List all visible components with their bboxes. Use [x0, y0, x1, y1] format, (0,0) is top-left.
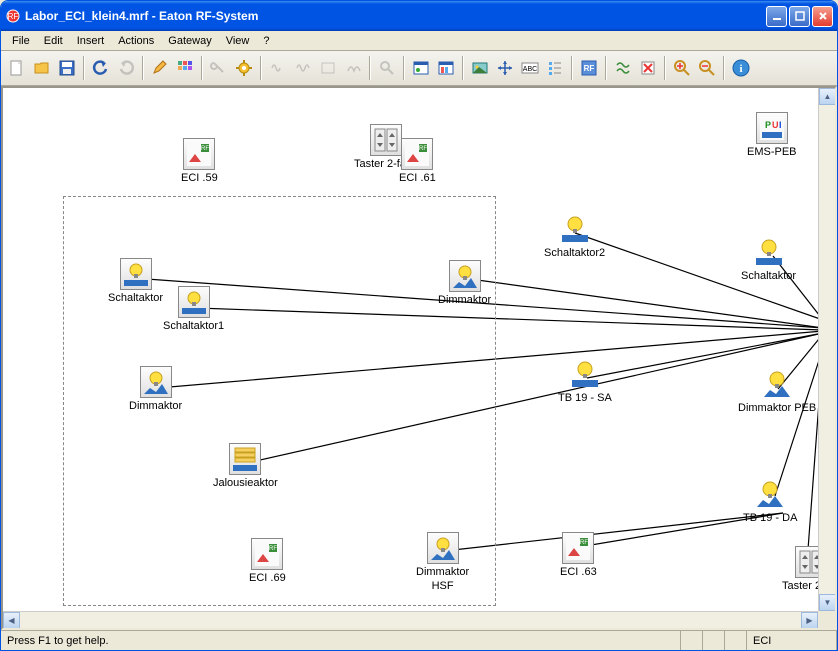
info-button[interactable]: i	[729, 56, 753, 80]
menu-help[interactable]: ?	[256, 33, 276, 49]
window-title: Labor_ECI_klein4.mrf - Eaton RF-System	[25, 9, 766, 23]
svg-text:RF: RF	[201, 146, 209, 152]
scrollbar-horizontal[interactable]: ◀ ▶	[3, 611, 818, 628]
scroll-corner	[818, 611, 835, 628]
node-tb19sa[interactable]: TB 19 - SA	[558, 358, 612, 404]
svg-text:RF: RF	[419, 146, 427, 152]
node-label: Dimmaktor	[416, 566, 469, 578]
scrollbar-vertical[interactable]: ▲ ▼	[818, 88, 835, 611]
gear-button[interactable]	[232, 56, 256, 80]
node-schaltaktor[interactable]: Schaltaktor	[108, 258, 163, 304]
statusbar: Press F1 to get help. ECI	[1, 630, 837, 650]
grid-button[interactable]	[173, 56, 197, 80]
node-dimmaktor-peb[interactable]: Dimmaktor PEB	[738, 368, 816, 414]
status-slot2	[703, 631, 725, 650]
node-emspeb[interactable]: PUI EMS-PEB	[747, 112, 797, 158]
node-eci63[interactable]: RF ECI .63	[560, 532, 597, 578]
menu-gateway[interactable]: Gateway	[161, 33, 218, 49]
rf-button[interactable]: RF	[577, 56, 601, 80]
waves-button[interactable]	[611, 56, 635, 80]
wrench-button[interactable]	[207, 56, 231, 80]
node-dimmaktor-top[interactable]: Dimmaktor	[438, 260, 491, 306]
node-eci61[interactable]: RF ECI .61	[399, 138, 436, 184]
abc-button[interactable]: ABC	[518, 56, 542, 80]
new-button[interactable]	[5, 56, 29, 80]
toolbar: ABC RF i	[1, 51, 837, 86]
node-label: Schaltaktor	[741, 270, 796, 282]
undo-button[interactable]	[89, 56, 113, 80]
menubar: File Edit Insert Actions Gateway View ?	[1, 31, 837, 51]
edit-button[interactable]	[148, 56, 172, 80]
scroll-left-button[interactable]: ◀	[3, 612, 20, 629]
status-help: Press F1 to get help.	[1, 631, 681, 650]
status-slot3	[725, 631, 747, 650]
svg-text:RF: RF	[8, 12, 19, 21]
node-schaltaktor-r[interactable]: Schaltaktor	[741, 236, 796, 282]
node-label: ECI .59	[181, 172, 218, 184]
node-label: ECI .63	[560, 566, 597, 578]
node-label: ECI .69	[249, 572, 286, 584]
svg-text:RF: RF	[584, 64, 595, 73]
titlebar: RF Labor_ECI_klein4.mrf - Eaton RF-Syste…	[1, 1, 837, 31]
node-label: Jalousieaktor	[213, 477, 278, 489]
svg-text:RF: RF	[269, 546, 277, 552]
node-eci59[interactable]: RF ECI .59	[181, 138, 218, 184]
node-label: Schaltaktor2	[544, 247, 605, 259]
node-dimmaktor-left[interactable]: Dimmaktor	[129, 366, 182, 412]
menu-view[interactable]: View	[219, 33, 257, 49]
search-button[interactable]	[375, 56, 399, 80]
open-button[interactable]	[30, 56, 54, 80]
scroll-up-button[interactable]: ▲	[819, 88, 836, 105]
node-label: TB 19 - DA	[743, 512, 797, 524]
scroll-right-button[interactable]: ▶	[801, 612, 818, 629]
svg-text:i: i	[739, 63, 742, 75]
menu-file[interactable]: File	[5, 33, 37, 49]
image-button[interactable]	[468, 56, 492, 80]
zoom-out-button[interactable]	[695, 56, 719, 80]
drag-button[interactable]	[493, 56, 517, 80]
node-label: Schaltaktor1	[163, 320, 224, 332]
window1-button[interactable]	[409, 56, 433, 80]
window2-button[interactable]	[434, 56, 458, 80]
status-slot1	[681, 631, 703, 650]
signal2-button[interactable]	[291, 56, 315, 80]
redo-button[interactable]	[114, 56, 138, 80]
node-schaltaktor2[interactable]: Schaltaktor2	[544, 213, 605, 259]
list-button[interactable]	[543, 56, 567, 80]
node-label: Schaltaktor	[108, 292, 163, 304]
status-mode: ECI	[747, 631, 837, 650]
node-jalousieaktor[interactable]: Jalousieaktor	[213, 443, 278, 489]
node-tb19da[interactable]: TB 19 - DA	[743, 478, 797, 524]
node-label: EMS-PEB	[747, 146, 797, 158]
menu-insert[interactable]: Insert	[70, 33, 112, 49]
node-label: Dimmaktor	[438, 294, 491, 306]
node-label: Dimmaktor PEB	[738, 402, 816, 414]
zoom-in-button[interactable]	[670, 56, 694, 80]
signal1-button[interactable]	[266, 56, 290, 80]
svg-text:U: U	[772, 120, 779, 130]
svg-text:P: P	[765, 120, 771, 130]
svg-text:RF: RF	[580, 540, 588, 546]
canvas-area[interactable]: RF ECI .59 Taster 2-fach RF ECI .61 PUI …	[1, 86, 837, 630]
node-dimmaktor-hsf[interactable]: Dimmaktor HSF	[416, 532, 469, 592]
signal4-button[interactable]	[341, 56, 365, 80]
maximize-button[interactable]	[789, 6, 810, 27]
svg-text:ABC: ABC	[523, 66, 537, 73]
node-eci69[interactable]: RF ECI .69	[249, 538, 286, 584]
app-icon: RF	[5, 8, 21, 24]
scroll-down-button[interactable]: ▼	[819, 594, 836, 611]
node-label: TB 19 - SA	[558, 392, 612, 404]
save-button[interactable]	[55, 56, 79, 80]
node-schaltaktor1[interactable]: Schaltaktor1	[163, 286, 224, 332]
svg-text:I: I	[779, 120, 782, 130]
close-button[interactable]	[812, 6, 833, 27]
signal3-button[interactable]	[316, 56, 340, 80]
node-label: ECI .61	[399, 172, 436, 184]
node-label: Dimmaktor	[129, 400, 182, 412]
menu-actions[interactable]: Actions	[111, 33, 161, 49]
menu-edit[interactable]: Edit	[37, 33, 70, 49]
minimize-button[interactable]	[766, 6, 787, 27]
node-label2: HSF	[432, 580, 454, 592]
cancel-button[interactable]	[636, 56, 660, 80]
